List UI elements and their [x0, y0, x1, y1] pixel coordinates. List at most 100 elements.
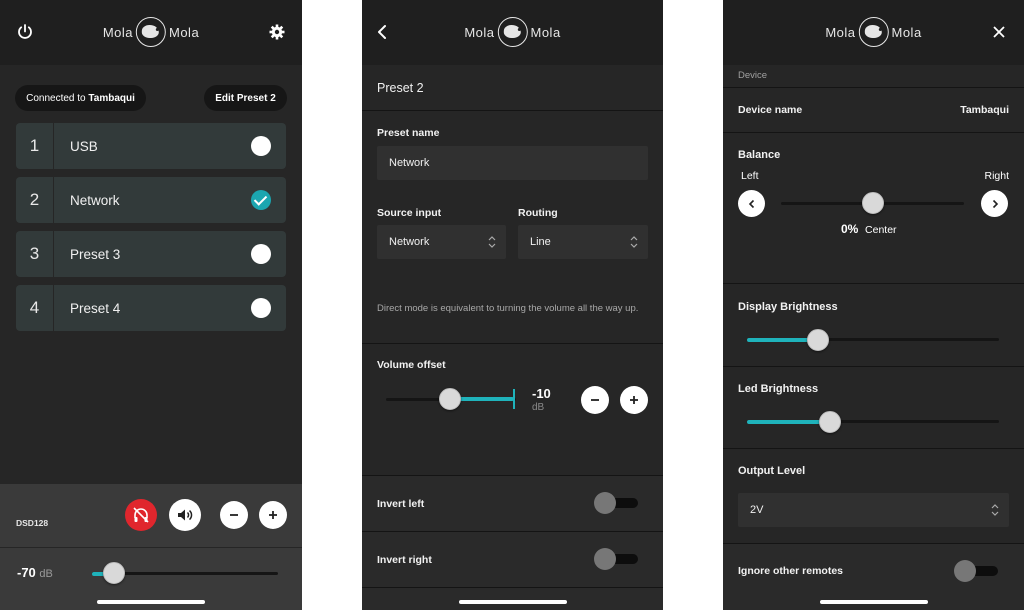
- preset-number: 3: [16, 231, 54, 277]
- preset-row[interactable]: 2 Network: [16, 177, 286, 223]
- fish-icon: [497, 17, 528, 47]
- divider: [362, 475, 663, 476]
- preset-number: 2: [16, 177, 54, 223]
- balance-left-button[interactable]: [738, 190, 765, 217]
- power-icon[interactable]: [14, 21, 36, 43]
- connected-device: Tambaqui: [88, 92, 135, 104]
- minus-icon: [591, 399, 599, 401]
- plus-icon: [269, 511, 277, 519]
- invert-left-toggle[interactable]: [594, 492, 640, 514]
- device-settings-screen: Mola Mola Device Device name Tambaqui Ba…: [723, 0, 1024, 610]
- balance-value: 0%: [841, 222, 859, 236]
- preset-label: Preset 4: [70, 300, 121, 316]
- preset-name-label: Preset name: [377, 127, 440, 139]
- chevron-right-icon: [992, 199, 998, 208]
- edit-preset-screen: Mola Mola Preset 2 Preset name Network S…: [362, 0, 663, 610]
- header: Mola Mola: [362, 0, 663, 65]
- connected-prefix: Connected to: [26, 92, 86, 104]
- preset-radio[interactable]: [251, 244, 271, 264]
- routing-label: Routing: [518, 207, 558, 219]
- mute-button[interactable]: [125, 499, 157, 531]
- source-input-select[interactable]: Network: [377, 225, 506, 259]
- offset-plus-button[interactable]: [620, 386, 648, 414]
- volume-value: -70: [17, 565, 36, 580]
- updown-chevron-icon: [630, 236, 638, 248]
- volume-up-button[interactable]: [259, 501, 287, 529]
- divider: [723, 448, 1024, 449]
- invert-left-label: Invert left: [377, 498, 425, 510]
- logo-word-right: Mola: [530, 24, 561, 40]
- device-name-value: Tambaqui: [960, 104, 1009, 116]
- updown-chevron-icon: [488, 236, 496, 248]
- header: Mola Mola: [0, 0, 302, 65]
- volume-down-button[interactable]: [220, 501, 248, 529]
- section-header-device: Device: [738, 70, 768, 81]
- player-footer: DSD128 -70 dB: [0, 484, 302, 610]
- invert-right-toggle[interactable]: [594, 548, 640, 570]
- led-brightness-knob[interactable]: [819, 411, 841, 433]
- routing-select[interactable]: Line: [518, 225, 648, 259]
- source-input-label: Source input: [377, 207, 442, 219]
- offset-end-marker: [513, 389, 515, 409]
- mola-mola-logo: Mola Mola: [825, 17, 921, 47]
- divider: [723, 132, 1024, 133]
- back-chevron-icon[interactable]: [371, 21, 393, 43]
- balance-readout: 0% Center: [841, 222, 897, 236]
- home-indicator: [97, 600, 205, 604]
- mola-mola-logo: Mola Mola: [103, 17, 199, 47]
- preset-row[interactable]: 1 USB: [16, 123, 286, 169]
- divider: [723, 366, 1024, 367]
- logo-word-right: Mola: [891, 24, 922, 40]
- preset-number: 1: [16, 123, 54, 169]
- balance-right-label: Right: [984, 170, 1009, 182]
- logo-word-left: Mola: [102, 24, 133, 40]
- gear-icon[interactable]: [266, 21, 288, 43]
- fish-icon: [858, 17, 889, 47]
- preset-radio[interactable]: [251, 298, 271, 318]
- plus-icon: [630, 396, 638, 404]
- divider: [362, 587, 663, 588]
- ignore-remotes-toggle[interactable]: [954, 560, 1000, 582]
- divider: [362, 531, 663, 532]
- device-name-label: Device name: [738, 104, 803, 116]
- speaker-button[interactable]: [169, 499, 201, 531]
- preset-name-field[interactable]: Network: [377, 146, 648, 180]
- volume-offset-label: Volume offset: [377, 359, 446, 371]
- offset-slider-knob[interactable]: [439, 388, 461, 410]
- page-title: Preset 2: [377, 81, 424, 95]
- display-brightness-knob[interactable]: [807, 329, 829, 351]
- output-level-select[interactable]: 2V: [738, 493, 1009, 527]
- offset-unit: dB: [532, 402, 545, 413]
- headphones-off-icon: [133, 507, 149, 523]
- divider: [723, 283, 1024, 284]
- volume-slider-knob[interactable]: [103, 562, 125, 584]
- offset-minus-button[interactable]: [581, 386, 609, 414]
- connection-status: Connected to Tambaqui: [15, 85, 146, 111]
- balance-slider-knob[interactable]: [862, 192, 884, 214]
- balance-right-button[interactable]: [981, 190, 1008, 217]
- direct-mode-note: Direct mode is equivalent to turning the…: [377, 303, 639, 314]
- mola-mola-logo: Mola Mola: [464, 17, 560, 47]
- source-format: DSD128: [16, 518, 49, 528]
- home-indicator: [819, 600, 928, 604]
- logo-word-left: Mola: [825, 24, 856, 40]
- close-icon[interactable]: [988, 21, 1010, 43]
- edit-preset-button[interactable]: Edit Preset 2: [204, 85, 287, 111]
- updown-chevron-icon: [991, 504, 999, 516]
- display-brightness-label: Display Brightness: [738, 301, 838, 313]
- preset-row[interactable]: 4 Preset 4: [16, 285, 286, 331]
- preset-radio-checked[interactable]: [251, 190, 271, 210]
- header: Mola Mola: [723, 0, 1024, 65]
- preset-radio[interactable]: [251, 136, 271, 156]
- presets-screen: Mola Mola Connected to Tambaqui Edit Pre…: [0, 0, 302, 610]
- preset-row[interactable]: 3 Preset 3: [16, 231, 286, 277]
- preset-label: Network: [70, 192, 120, 208]
- ignore-remotes-label: Ignore other remotes: [738, 565, 844, 577]
- fish-icon: [136, 17, 166, 47]
- logo-word-left: Mola: [464, 24, 495, 40]
- led-brightness-label: Led Brightness: [738, 383, 819, 395]
- volume-unit: dB: [39, 568, 53, 580]
- preset-label: USB: [70, 138, 98, 154]
- divider: [362, 110, 663, 111]
- divider: [362, 343, 663, 344]
